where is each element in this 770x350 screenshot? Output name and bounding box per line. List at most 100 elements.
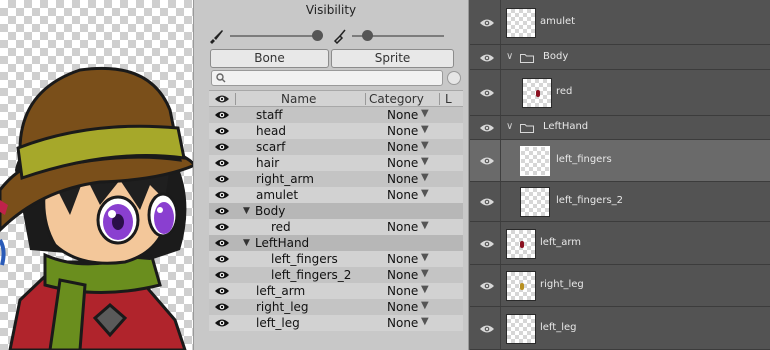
category-select[interactable]: None [387,108,418,122]
layer-visibility-eye-icon[interactable] [479,53,495,63]
category-select[interactable]: None [387,300,418,314]
layer-group[interactable]: ∨ Body [470,45,770,70]
layer-visibility-eye-icon[interactable] [479,239,495,249]
brush-icon [210,30,223,44]
dropdown-arrow-icon[interactable]: ▼ [421,140,429,151]
table-row[interactable]: hair None ▼ [209,155,463,171]
layer-row[interactable]: left_fingers [470,140,770,182]
table-row[interactable]: amulet None ▼ [209,187,463,203]
group-row[interactable]: ▼ Body [209,203,463,219]
divider [500,265,501,306]
visibility-eye-icon[interactable] [214,174,230,184]
visibility-eye-icon[interactable] [214,238,230,248]
divider [500,0,501,44]
layer-visibility-eye-icon[interactable] [479,88,495,98]
visibility-eye-icon[interactable] [214,142,230,152]
visibility-eye-icon[interactable] [214,158,230,168]
dropdown-arrow-icon[interactable]: ▼ [421,252,429,263]
visibility-eye-icon[interactable] [214,206,230,216]
slider-knob[interactable] [312,30,323,41]
layer-visibility-eye-icon[interactable] [479,324,495,334]
layer-name: left_leg [540,321,577,333]
dropdown-arrow-icon[interactable]: ▼ [421,188,429,199]
dropdown-arrow-icon[interactable]: ▼ [421,300,429,311]
layer-visibility-eye-icon[interactable] [479,156,495,166]
panel-title: Visibility [305,3,357,17]
table-row[interactable]: red None ▼ [209,219,463,235]
table-row[interactable]: right_leg None ▼ [209,299,463,315]
table-row[interactable]: scarf None ▼ [209,139,463,155]
dropdown-arrow-icon[interactable]: ▼ [421,172,429,183]
table-row[interactable]: staff None ▼ [209,107,463,123]
category-select[interactable]: None [387,124,418,138]
layers-panel: amulet ∨ Body red ∨ LeftHand left_fingers left_… [470,0,770,350]
folder-icon [520,124,534,133]
category-select[interactable]: None [387,268,418,282]
visibility-table: Name Category L staff None ▼ head None ▼ scarf… [209,90,463,331]
category-select[interactable]: None [387,252,418,266]
canvas-viewport[interactable] [0,0,200,350]
visibility-eye-icon[interactable] [214,286,230,296]
visibility-eye-icon[interactable] [214,126,230,136]
visibility-eye-icon[interactable] [214,270,230,280]
row-name: head [256,124,286,138]
table-row[interactable]: head None ▼ [209,123,463,139]
row-name: left_arm [256,284,306,298]
layer-visibility-eye-icon[interactable] [479,281,495,291]
column-header-category[interactable]: Category [369,92,424,106]
table-row[interactable]: left_fingers None ▼ [209,251,463,267]
bone-toggle-button[interactable]: Bone [210,49,329,68]
layer-name: right_leg [540,279,584,290]
layer-group[interactable]: ∨ LeftHand [470,116,770,140]
category-select[interactable]: None [387,156,418,170]
visibility-eye-icon[interactable] [214,190,230,200]
sprite-opacity-slider[interactable] [332,26,447,46]
table-row[interactable]: left_leg None ▼ [209,315,463,331]
dropdown-arrow-icon[interactable]: ▼ [421,284,429,295]
category-select[interactable]: None [387,316,418,330]
category-select[interactable]: None [387,172,418,186]
bone-opacity-slider[interactable] [208,26,328,46]
layer-row[interactable]: left_leg [470,307,770,350]
visibility-eye-icon[interactable] [214,222,230,232]
visibility-eye-icon[interactable] [214,254,230,264]
layer-visibility-eye-icon[interactable] [479,123,495,133]
category-select[interactable]: None [387,284,418,298]
table-row[interactable]: right_arm None ▼ [209,171,463,187]
dropdown-arrow-icon[interactable]: ▼ [421,156,429,167]
layer-row[interactable]: red [470,70,770,116]
layer-row[interactable]: right_leg [470,265,770,307]
collapse-chevron-icon[interactable]: ∨ [506,121,513,132]
dropdown-arrow-icon[interactable]: ▼ [421,316,429,327]
clear-search-button[interactable] [447,71,461,85]
table-row[interactable]: left_fingers_2 None ▼ [209,267,463,283]
expand-toggle-icon[interactable]: ▼ [243,206,250,216]
expand-toggle-icon[interactable]: ▼ [243,238,250,248]
collapse-chevron-icon[interactable]: ∨ [506,51,513,62]
row-name: amulet [256,188,299,202]
dropdown-arrow-icon[interactable]: ▼ [421,220,429,231]
dropdown-arrow-icon[interactable]: ▼ [421,124,429,135]
category-select[interactable]: None [387,188,418,202]
layer-row[interactable]: left_fingers_2 [470,182,770,222]
column-header-extra[interactable]: L [445,92,452,106]
group-row[interactable]: ▼ LeftHand [209,235,463,251]
search-input[interactable] [211,70,443,86]
slider-knob[interactable] [362,30,373,41]
layer-row[interactable]: amulet [470,0,770,45]
sprite-toggle-button[interactable]: Sprite [331,49,454,68]
category-select[interactable]: None [387,140,418,154]
visibility-eye-icon[interactable] [214,302,230,312]
dropdown-arrow-icon[interactable]: ▼ [421,108,429,119]
visibility-eye-icon[interactable] [214,318,230,328]
layer-thumbnail [520,146,550,176]
dropdown-arrow-icon[interactable]: ▼ [421,268,429,279]
visibility-eye-icon[interactable] [214,110,230,120]
column-header-name[interactable]: Name [281,92,316,106]
layer-visibility-eye-icon[interactable] [479,18,495,28]
divider [500,222,501,264]
category-select[interactable]: None [387,220,418,234]
table-row[interactable]: left_arm None ▼ [209,283,463,299]
layer-row[interactable]: left_arm [470,222,770,265]
layer-visibility-eye-icon[interactable] [479,197,495,207]
